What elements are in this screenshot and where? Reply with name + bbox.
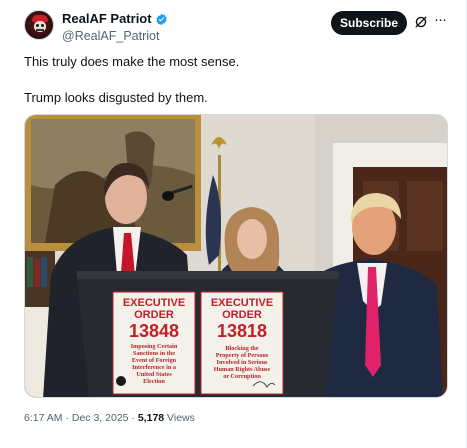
sign-right-title-1: EXECUTIVE [211,297,273,309]
sign-right-body-1: Blocking the [225,345,258,352]
display-name[interactable]: RealAF Patriot [62,11,152,27]
more-options-icon[interactable]: ··· [434,12,452,28]
seal-icon [116,376,126,386]
sign-left-body-6: Election [143,378,165,385]
post-photo[interactable]: EXECUTIVE ORDER 13848 Imposing Certain S… [24,114,448,398]
sign-left-body-4: Interference in a [132,364,176,371]
sign-left-title-1: EXECUTIVE [123,297,185,309]
sign-right-body-5: or Corruption [223,373,261,380]
post-meta: 6:17 AM · Dec 3, 2025 · 5,178 Views [24,412,195,424]
meta-separator-2: · [131,412,135,424]
author-name-row[interactable]: RealAF Patriot [62,11,168,27]
sign-left-body-3: Event of Foreign [132,357,177,364]
sign-left-body-5: United States [136,371,172,378]
sign-right-number: 13818 [217,321,267,341]
author-handle[interactable]: @RealAF_Patriot [62,28,168,44]
meta-separator: · [65,412,69,424]
sign-right-body-2: Property of Persons [216,352,269,359]
post-text-line-1: This truly does make the most sense. [24,54,240,69]
executive-order-sign-left: EXECUTIVE ORDER 13848 Imposing Certain S… [112,291,196,395]
verified-badge-icon[interactable] [155,13,168,26]
post-date[interactable]: Dec 3, 2025 [72,412,129,424]
sign-right-body-3: Involved in Serious [217,359,268,366]
executive-order-sign-right: EXECUTIVE ORDER 13818 Blocking the Prope… [200,291,284,395]
post-time[interactable]: 6:17 AM [24,412,63,424]
sign-left-title-2: ORDER [134,309,174,321]
views-count: 5,178 [137,412,165,424]
subscribe-button[interactable]: Subscribe [331,11,407,35]
sign-left-number: 13848 [129,321,179,341]
sign-left-body-1: Imposing Certain [131,343,178,350]
grok-icon[interactable] [414,15,428,29]
sign-right-title-2: ORDER [222,309,262,321]
sign-left-body-2: Sanctions in the [133,350,175,357]
post-text-line-2: Trump looks disgusted by them. [24,90,208,105]
author-block: RealAF Patriot @RealAF_Patriot [62,10,168,44]
avatar[interactable] [24,10,54,40]
photo-scene: EXECUTIVE ORDER 13848 Imposing Certain S… [25,115,447,397]
views-label: Views [167,412,195,424]
post-header: RealAF Patriot @RealAF_Patriot Subscribe… [24,10,454,44]
sign-right-body-4: Human Rights Abuse [214,366,271,373]
